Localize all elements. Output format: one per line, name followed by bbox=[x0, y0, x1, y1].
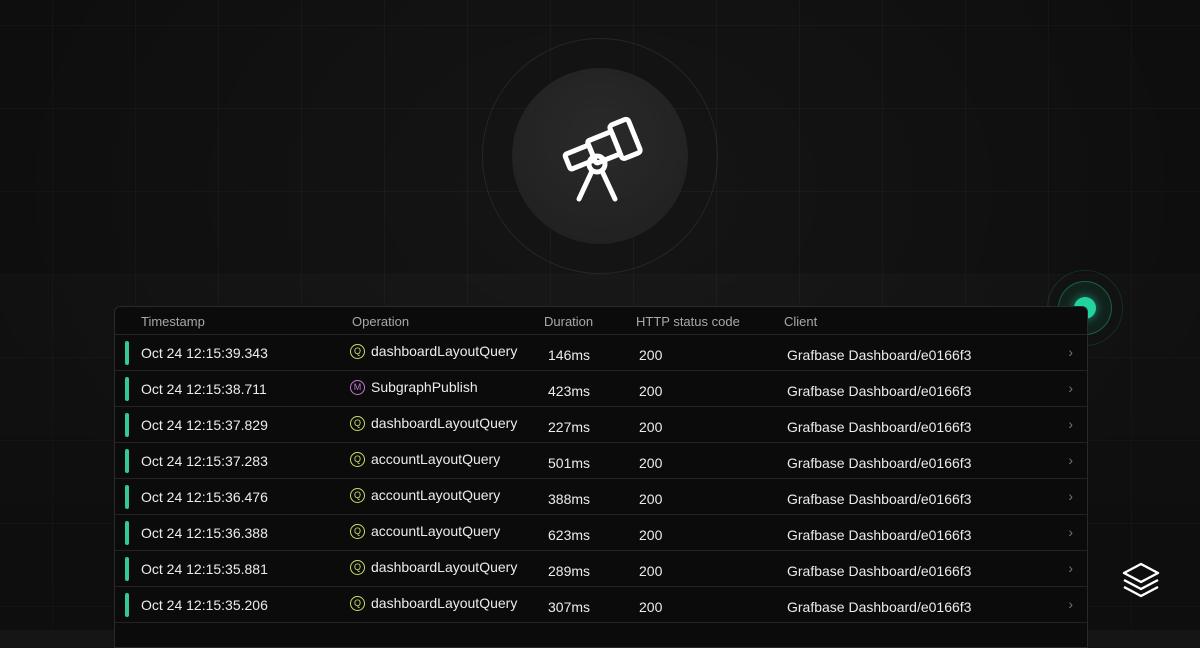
query-badge-icon: Q bbox=[350, 559, 365, 575]
chevron-right-icon[interactable]: › bbox=[1068, 560, 1073, 576]
row-operation-name: dashboardLayoutQuery bbox=[371, 415, 518, 431]
row-status-code: 200 bbox=[639, 419, 663, 435]
row-client: Grafbase Dashboard/e0166f3 bbox=[787, 419, 972, 435]
table-row[interactable]: Oct 24 12:15:35.206 QdashboardLayoutQuery… bbox=[115, 587, 1087, 623]
row-status-code: 200 bbox=[639, 347, 663, 363]
status-bar bbox=[125, 521, 129, 545]
query-badge-icon: Q bbox=[350, 343, 365, 359]
status-bar bbox=[125, 593, 129, 617]
row-timestamp: Oct 24 12:15:36.476 bbox=[141, 489, 268, 505]
telescope-icon bbox=[562, 116, 643, 202]
row-duration: 623ms bbox=[548, 527, 591, 543]
row-operation: QaccountLayoutQuery bbox=[350, 487, 500, 503]
status-bar bbox=[125, 449, 129, 473]
row-client: Grafbase Dashboard/e0166f3 bbox=[787, 563, 972, 579]
row-duration: 289ms bbox=[548, 563, 591, 579]
query-badge-icon: Q bbox=[350, 487, 365, 503]
row-timestamp: Oct 24 12:15:38.711 bbox=[141, 381, 267, 397]
row-operation-name: dashboardLayoutQuery bbox=[371, 343, 518, 359]
row-timestamp: Oct 24 12:15:37.283 bbox=[141, 453, 268, 469]
table-body: Oct 24 12:15:39.343 QdashboardLayoutQuery… bbox=[115, 335, 1087, 623]
row-client: Grafbase Dashboard/e0166f3 bbox=[787, 383, 972, 399]
status-bar bbox=[125, 485, 129, 509]
row-operation: M SubgraphPublish bbox=[350, 379, 478, 395]
chevron-right-icon[interactable]: › bbox=[1068, 524, 1073, 540]
header-timestamp[interactable]: Timestamp bbox=[141, 314, 205, 329]
table-row[interactable]: Oct 24 12:15:36.476 QaccountLayoutQuery 38… bbox=[115, 479, 1087, 515]
row-timestamp: Oct 24 12:15:35.206 bbox=[141, 597, 268, 613]
row-operation-name: dashboardLayoutQuery bbox=[371, 559, 518, 575]
header-client[interactable]: Client bbox=[784, 314, 817, 329]
row-operation: QaccountLayoutQuery bbox=[350, 451, 500, 467]
request-log-table: Timestamp Operation Duration HTTP status… bbox=[114, 306, 1088, 648]
status-bar bbox=[125, 557, 129, 581]
row-duration: 423ms bbox=[548, 383, 591, 399]
chevron-right-icon[interactable]: › bbox=[1068, 596, 1073, 612]
chevron-right-icon[interactable]: › bbox=[1068, 452, 1073, 468]
row-operation-name: dashboardLayoutQuery bbox=[371, 595, 518, 611]
row-duration: 227ms bbox=[548, 419, 591, 435]
chevron-right-icon[interactable]: › bbox=[1068, 488, 1073, 504]
status-bar bbox=[125, 341, 129, 365]
row-status-code: 200 bbox=[639, 383, 663, 399]
header-duration[interactable]: Duration bbox=[544, 314, 593, 329]
table-row[interactable]: Oct 24 12:15:35.881 QdashboardLayoutQuery… bbox=[115, 551, 1087, 587]
row-operation: QdashboardLayoutQuery bbox=[350, 343, 517, 359]
row-operation: QdashboardLayoutQuery bbox=[350, 415, 517, 431]
hero-circle bbox=[512, 68, 688, 244]
table-header: Timestamp Operation Duration HTTP status… bbox=[115, 307, 1087, 335]
row-timestamp: Oct 24 12:15:37.829 bbox=[141, 417, 268, 433]
row-status-code: 200 bbox=[639, 491, 663, 507]
row-client: Grafbase Dashboard/e0166f3 bbox=[787, 491, 972, 507]
header-http-status-code[interactable]: HTTP status code bbox=[636, 314, 740, 329]
header-operation[interactable]: Operation bbox=[352, 314, 409, 329]
table-row[interactable]: Oct 24 12:15:37.283 QaccountLayoutQuery 50… bbox=[115, 443, 1087, 479]
row-duration: 501ms bbox=[548, 455, 591, 471]
chevron-right-icon[interactable]: › bbox=[1068, 380, 1073, 396]
grafbase-logo-icon bbox=[1122, 562, 1160, 598]
row-timestamp: Oct 24 12:15:35.881 bbox=[141, 561, 268, 577]
status-bar bbox=[125, 377, 129, 401]
row-timestamp: Oct 24 12:15:39.343 bbox=[141, 345, 268, 361]
row-operation: QaccountLayoutQuery bbox=[350, 523, 500, 539]
row-operation: QdashboardLayoutQuery bbox=[350, 595, 517, 611]
row-operation-name: SubgraphPublish bbox=[371, 379, 478, 395]
row-client: Grafbase Dashboard/e0166f3 bbox=[787, 347, 972, 363]
table-row[interactable]: Oct 24 12:15:38.711 M SubgraphPublish 423ms… bbox=[115, 371, 1087, 407]
row-client: Grafbase Dashboard/e0166f3 bbox=[787, 527, 972, 543]
row-operation-name: accountLayoutQuery bbox=[371, 523, 501, 539]
row-client: Grafbase Dashboard/e0166f3 bbox=[787, 455, 972, 471]
row-operation-name: accountLayoutQuery bbox=[371, 487, 501, 503]
chevron-right-icon[interactable]: › bbox=[1068, 344, 1073, 360]
row-status-code: 200 bbox=[639, 455, 663, 471]
mutation-badge-icon: M bbox=[350, 379, 365, 395]
row-status-code: 200 bbox=[639, 527, 663, 543]
table-row[interactable]: Oct 24 12:15:37.829 QdashboardLayoutQuery… bbox=[115, 407, 1087, 443]
row-duration: 307ms bbox=[548, 599, 591, 615]
row-operation-name: accountLayoutQuery bbox=[371, 451, 501, 467]
query-badge-icon: Q bbox=[350, 595, 365, 611]
table-row[interactable]: Oct 24 12:15:39.343 QdashboardLayoutQuery… bbox=[115, 335, 1087, 371]
query-badge-icon: Q bbox=[350, 415, 365, 431]
row-timestamp: Oct 24 12:15:36.388 bbox=[141, 525, 268, 541]
row-operation: QdashboardLayoutQuery bbox=[350, 559, 517, 575]
status-bar bbox=[125, 413, 129, 437]
table-row[interactable]: Oct 24 12:15:36.388 QaccountLayoutQuery 62… bbox=[115, 515, 1087, 551]
chevron-right-icon[interactable]: › bbox=[1068, 416, 1073, 432]
row-duration: 388ms bbox=[548, 491, 591, 507]
query-badge-icon: Q bbox=[350, 523, 365, 539]
row-status-code: 200 bbox=[639, 599, 663, 615]
row-status-code: 200 bbox=[639, 563, 663, 579]
row-duration: 146ms bbox=[548, 347, 591, 363]
query-badge-icon: Q bbox=[350, 451, 365, 467]
row-client: Grafbase Dashboard/e0166f3 bbox=[787, 599, 972, 615]
